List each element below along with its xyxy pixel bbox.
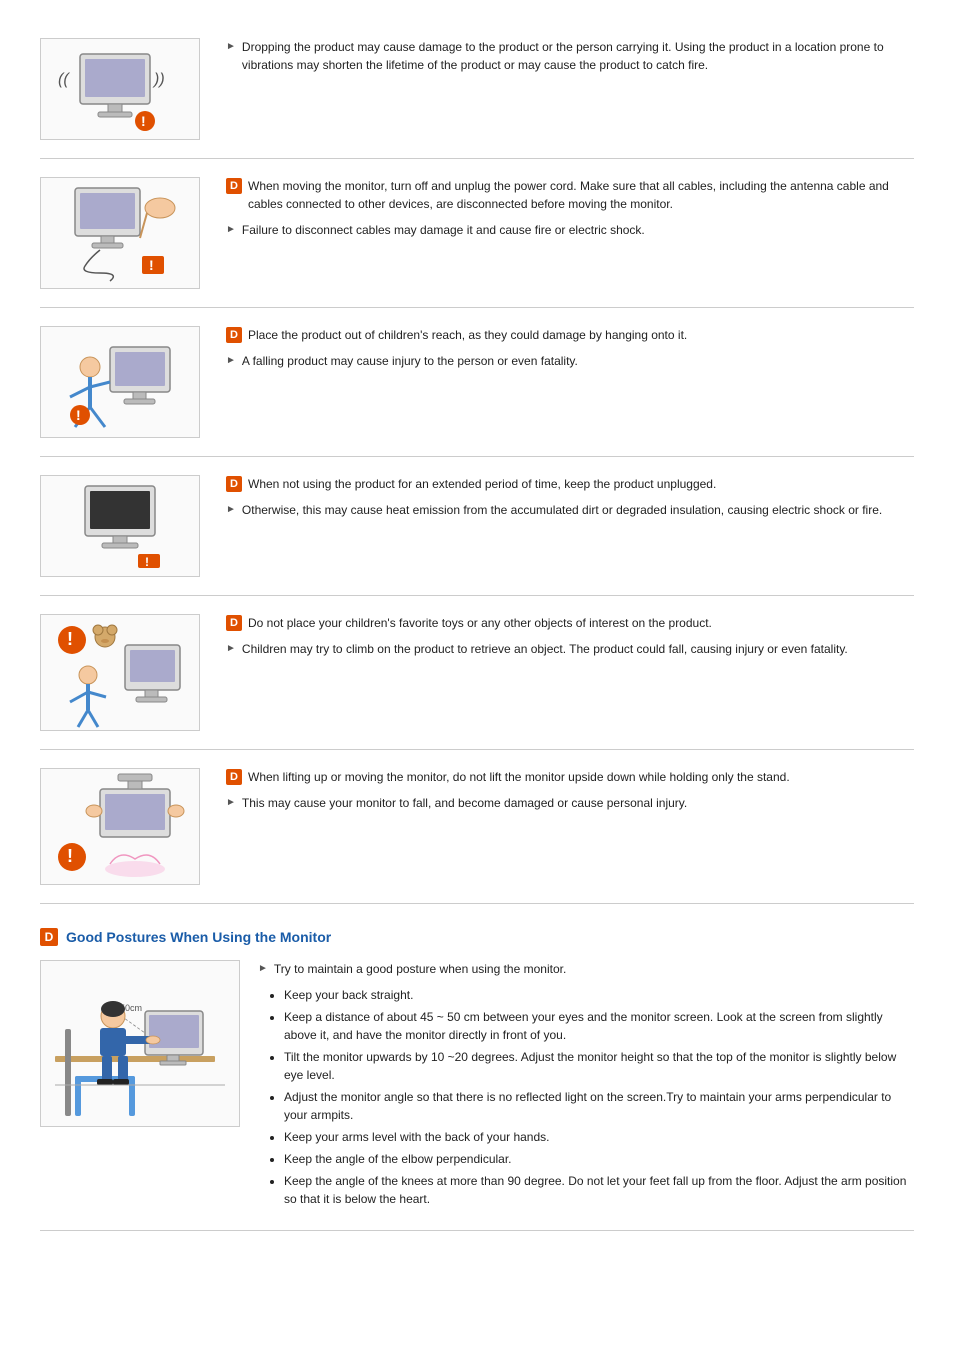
section2-sub1: ► Failure to disconnect cables may damag… bbox=[226, 221, 914, 239]
good-posture-text: ► Try to maintain a good posture when us… bbox=[258, 960, 914, 1212]
section-toys: ! D bbox=[40, 596, 914, 750]
section4-illustration: ! bbox=[50, 476, 190, 576]
section1-point1: ► Dropping the product may cause damage … bbox=[226, 38, 914, 74]
title-icon: D bbox=[40, 928, 58, 946]
warning-icon: D bbox=[226, 327, 242, 343]
posture-illustration: 50cm bbox=[45, 961, 235, 1126]
arrow-icon: ► bbox=[226, 353, 236, 368]
posture-main-point: ► Try to maintain a good posture when us… bbox=[258, 960, 914, 978]
section1-content: ► Dropping the product may cause damage … bbox=[218, 38, 914, 79]
section-moving: ! D When moving the monitor, turn off an… bbox=[40, 159, 914, 308]
svg-text:!: ! bbox=[145, 555, 149, 569]
svg-text:!: ! bbox=[149, 257, 154, 273]
section5-content: D Do not place your children's favorite … bbox=[218, 614, 914, 663]
section2-illustration: ! bbox=[50, 178, 190, 288]
posture-sub-item: Keep a distance of about 45 ~ 50 cm betw… bbox=[284, 1008, 914, 1044]
svg-text:!: ! bbox=[67, 629, 73, 649]
arrow-icon: ► bbox=[226, 222, 236, 237]
section-lifting: ! D When lifting up or moving the monito… bbox=[40, 750, 914, 904]
section2-point1: D When moving the monitor, turn off and … bbox=[226, 177, 914, 213]
section4-sub1: ► Otherwise, this may cause heat emissio… bbox=[226, 501, 914, 519]
svg-text:((: (( bbox=[58, 71, 70, 88]
section4-point1: D When not using the product for an exte… bbox=[226, 475, 914, 493]
section3-content: D Place the product out of children's re… bbox=[218, 326, 914, 375]
arrow-icon: ► bbox=[226, 39, 236, 54]
page: (( )) ! ► Dropping the product may cause… bbox=[0, 0, 954, 1251]
posture-sub-item: Keep your back straight. bbox=[284, 986, 914, 1004]
arrow-icon: ► bbox=[226, 641, 236, 656]
posture-sub-item: Tilt the monitor upwards by 10 ~20 degre… bbox=[284, 1048, 914, 1084]
section4-image: ! bbox=[40, 475, 200, 577]
section3-illustration: ! bbox=[50, 327, 190, 437]
section5-point1: D Do not place your children's favorite … bbox=[226, 614, 914, 632]
warning-icon: D bbox=[226, 769, 242, 785]
good-posture-image: 50cm bbox=[40, 960, 240, 1127]
arrow-icon: ► bbox=[226, 795, 236, 810]
posture-sub-item: Adjust the monitor angle so that there i… bbox=[284, 1088, 914, 1124]
warning-icon: D bbox=[226, 615, 242, 631]
good-posture-content: 50cm bbox=[40, 960, 914, 1212]
section4-content: D When not using the product for an exte… bbox=[218, 475, 914, 524]
arrow-icon: ► bbox=[258, 961, 268, 976]
section6-content: D When lifting up or moving the monitor,… bbox=[218, 768, 914, 817]
section2-image: ! bbox=[40, 177, 200, 289]
svg-text:!: ! bbox=[141, 113, 146, 129]
svg-text:!: ! bbox=[76, 407, 81, 423]
section3-image: ! bbox=[40, 326, 200, 438]
warning-icon: D bbox=[226, 476, 242, 492]
section6-illustration: ! bbox=[50, 769, 190, 884]
svg-text:!: ! bbox=[67, 846, 73, 866]
section5-illustration: ! bbox=[50, 615, 190, 730]
posture-sub-item: Keep the angle of the elbow perpendicula… bbox=[284, 1150, 914, 1168]
posture-sub-list: Keep your back straight. Keep a distance… bbox=[268, 986, 914, 1208]
good-posture-section: D Good Postures When Using the Monitor 5… bbox=[40, 904, 914, 1231]
section6-image: ! bbox=[40, 768, 200, 885]
posture-sub-item: Keep your arms level with the back of yo… bbox=[284, 1128, 914, 1146]
section3-sub1: ► A falling product may cause injury to … bbox=[226, 352, 914, 370]
section1-image: (( )) ! bbox=[40, 38, 200, 140]
section-unplugged: ! D When not using the product for an ex… bbox=[40, 457, 914, 596]
svg-text:)): )) bbox=[152, 71, 165, 88]
section6-point1: D When lifting up or moving the monitor,… bbox=[226, 768, 914, 786]
arrow-icon: ► bbox=[226, 502, 236, 517]
section5-sub1: ► Children may try to climb on the produ… bbox=[226, 640, 914, 658]
section6-sub1: ► This may cause your monitor to fall, a… bbox=[226, 794, 914, 812]
section3-point1: D Place the product out of children's re… bbox=[226, 326, 914, 344]
posture-sub-item: Keep the angle of the knees at more than… bbox=[284, 1172, 914, 1208]
section-dropping: (( )) ! ► Dropping the product may cause… bbox=[40, 20, 914, 159]
section5-image: ! bbox=[40, 614, 200, 731]
section2-content: D When moving the monitor, turn off and … bbox=[218, 177, 914, 244]
section1-illustration: (( )) ! bbox=[50, 39, 190, 139]
section-children-reach: ! D Place the product out of children's … bbox=[40, 308, 914, 457]
good-posture-title: D Good Postures When Using the Monitor bbox=[40, 918, 914, 946]
warning-icon: D bbox=[226, 178, 242, 194]
